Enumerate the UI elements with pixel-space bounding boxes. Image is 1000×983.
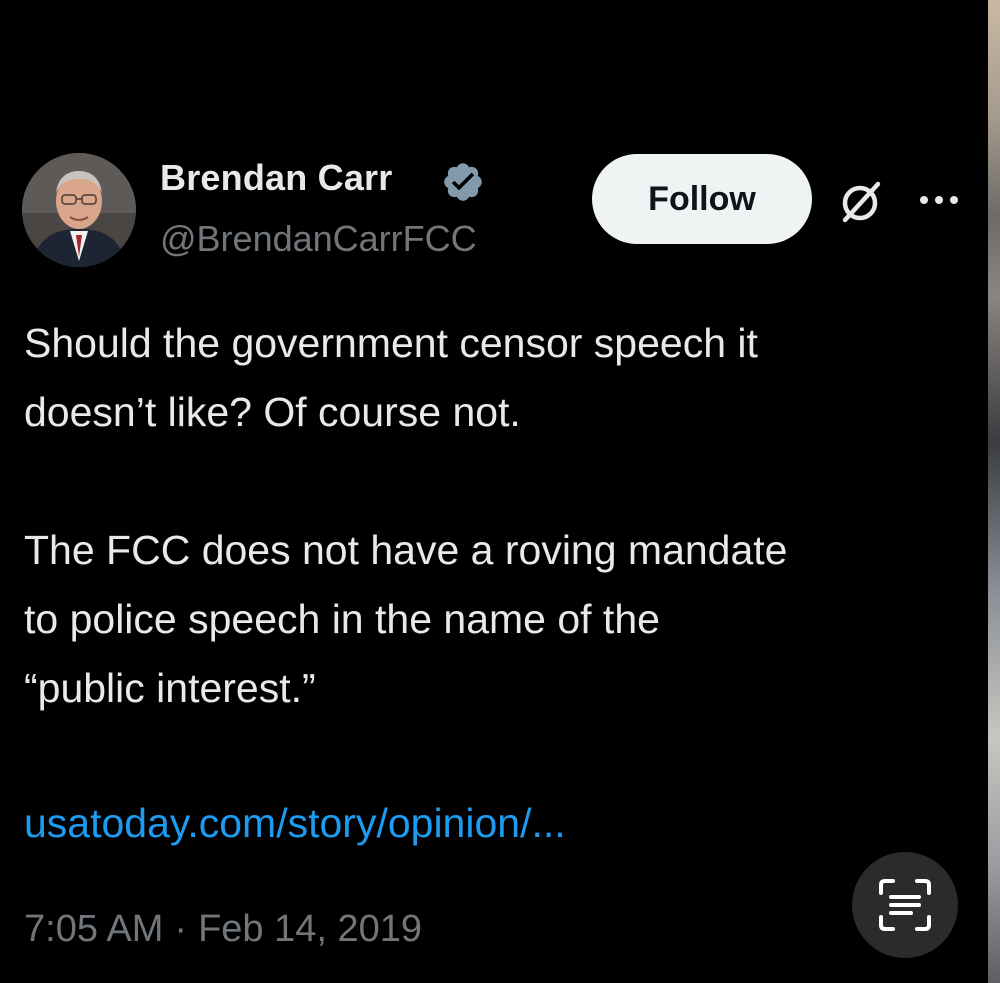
profile-photo-icon bbox=[22, 153, 136, 267]
article-link[interactable]: usatoday.com/story/opinion/... bbox=[24, 793, 566, 853]
grok-icon[interactable] bbox=[838, 178, 884, 224]
background-edge bbox=[988, 0, 1000, 983]
tweet-text-line: “public interest.” bbox=[24, 665, 316, 711]
avatar[interactable] bbox=[22, 153, 136, 267]
user-handle[interactable]: @BrendanCarrFCC bbox=[160, 218, 477, 260]
follow-button[interactable]: Follow bbox=[592, 154, 812, 244]
tweet-text-line: doesn’t like? Of course not. bbox=[24, 389, 521, 435]
text-scan-icon bbox=[879, 879, 931, 931]
tweet-text-line: to police speech in the name of the bbox=[24, 596, 660, 642]
verified-badge-icon bbox=[444, 163, 482, 201]
tweet-date: Feb 14, 2019 bbox=[198, 908, 423, 950]
timestamp-separator: · bbox=[174, 908, 188, 950]
text-scan-button[interactable] bbox=[852, 852, 958, 958]
more-horizontal-icon[interactable] bbox=[916, 190, 962, 210]
timestamp[interactable]: 7:05 AM · Feb 14, 2019 bbox=[24, 908, 422, 951]
display-name[interactable]: Brendan Carr bbox=[160, 157, 392, 199]
tweet-text-line: Should the government censor speech it bbox=[24, 320, 758, 366]
tweet-text-line: The FCC does not have a roving mandate bbox=[24, 527, 788, 573]
tweet-time: 7:05 AM bbox=[24, 908, 164, 950]
